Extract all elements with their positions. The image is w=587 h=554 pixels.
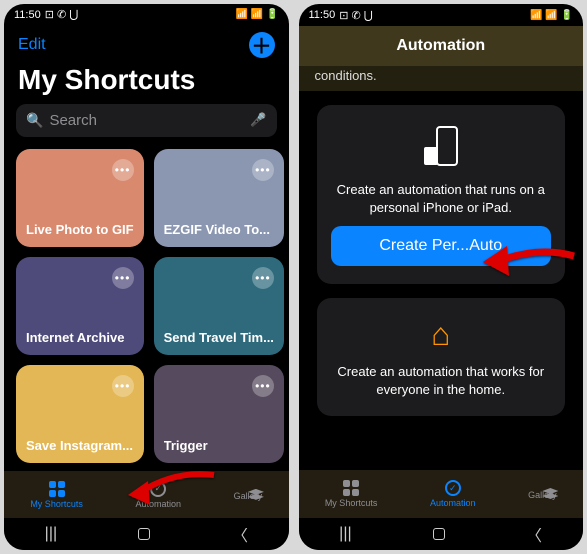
tab-gallery[interactable]: Gallery — [234, 489, 263, 501]
shortcut-tile[interactable]: ••• Save Instagram... — [16, 365, 144, 463]
tile-label: Live Photo to GIF — [26, 222, 134, 237]
shortcut-tile[interactable]: ••• Trigger — [154, 365, 284, 463]
create-personal-button[interactable]: Create Per...Auto — [331, 226, 552, 266]
tab-label: My Shortcuts — [325, 498, 378, 508]
search-placeholder: Search — [49, 112, 244, 129]
tab-label: My Shortcuts — [30, 499, 83, 509]
tab-shortcuts[interactable]: My Shortcuts — [325, 480, 378, 508]
topbar: Edit ＋ — [4, 26, 289, 64]
back-button[interactable]: 〉 — [232, 522, 248, 546]
shortcut-tile[interactable]: ••• Internet Archive — [16, 257, 144, 355]
tile-label: EZGIF Video To... — [164, 222, 274, 237]
shortcut-tile[interactable]: ••• Send Travel Tim... — [154, 257, 284, 355]
shortcuts-grid: ••• Live Photo to GIF ••• EZGIF Video To… — [4, 149, 289, 463]
intro-text: conditions. — [299, 66, 584, 91]
edit-button[interactable]: Edit — [18, 36, 46, 54]
more-icon[interactable]: ••• — [112, 267, 134, 289]
more-icon[interactable]: ••• — [252, 267, 274, 289]
statusbar: 11:50⊡ ✆ ⋃ 📶 📶 🔋 — [4, 4, 289, 26]
check-icon: ✓ — [445, 480, 461, 496]
grid-icon — [343, 480, 359, 496]
more-icon[interactable]: ••• — [252, 159, 274, 181]
more-icon[interactable]: ••• — [112, 375, 134, 397]
check-icon: ✓ — [150, 481, 166, 497]
page-title: My Shortcuts — [4, 64, 289, 104]
more-icon[interactable]: ••• — [112, 159, 134, 181]
home-icon: ⌂ — [431, 316, 450, 353]
tab-automation[interactable]: ✓ Automation — [430, 480, 476, 508]
phone-icon — [424, 123, 458, 171]
android-navbar: ||| 〉 — [299, 518, 584, 550]
search-input[interactable]: 🔍 Search 🎤 — [16, 104, 277, 138]
home-button[interactable] — [138, 528, 150, 540]
tab-automation[interactable]: ✓ Automation — [135, 481, 181, 509]
phone-left: 11:50⊡ ✆ ⋃ 📶 📶 🔋 Edit ＋ My Shortcuts 🔍 S… — [4, 4, 289, 550]
tab-label: Automation — [430, 498, 476, 508]
shortcut-tile[interactable]: ••• Live Photo to GIF — [16, 149, 144, 247]
tile-label: Save Instagram... — [26, 438, 134, 453]
back-button[interactable]: 〉 — [526, 522, 542, 546]
card-desc: Create an automation that works for ever… — [331, 363, 552, 398]
recent-button[interactable]: ||| — [45, 525, 57, 543]
card-desc: Create an automation that runs on a pers… — [331, 181, 552, 216]
shortcut-tile[interactable]: ••• EZGIF Video To... — [154, 149, 284, 247]
tab-label: Automation — [135, 499, 181, 509]
tile-label: Trigger — [164, 438, 274, 453]
tab-gallery[interactable]: Gallery — [528, 488, 557, 500]
grid-icon — [49, 481, 65, 497]
recent-button[interactable]: ||| — [339, 525, 351, 543]
search-icon: 🔍 — [26, 112, 43, 129]
add-button[interactable]: ＋ — [249, 32, 275, 58]
cards-area: Create an automation that runs on a pers… — [299, 91, 584, 462]
android-navbar: ||| 〉 — [4, 518, 289, 550]
home-automation-card: ⌂ Create an automation that works for ev… — [317, 298, 566, 416]
statusbar: 11:50⊡ ✆ ⋃ 📶 📶 🔋 — [299, 4, 584, 26]
tile-label: Send Travel Tim... — [164, 330, 274, 345]
personal-automation-card: Create an automation that runs on a pers… — [317, 105, 566, 284]
tabbar: My Shortcuts ✓ Automation Gallery — [4, 471, 289, 518]
tabbar: My Shortcuts ✓ Automation Gallery — [299, 470, 584, 518]
page-header: Automation — [299, 26, 584, 66]
tile-label: Internet Archive — [26, 330, 134, 345]
tab-shortcuts[interactable]: My Shortcuts — [30, 481, 83, 509]
more-icon[interactable]: ••• — [252, 375, 274, 397]
home-button[interactable] — [433, 528, 445, 540]
mic-icon[interactable]: 🎤 — [250, 112, 266, 128]
phone-right: 11:50⊡ ✆ ⋃ 📶 📶 🔋 Automation conditions. … — [299, 4, 584, 550]
